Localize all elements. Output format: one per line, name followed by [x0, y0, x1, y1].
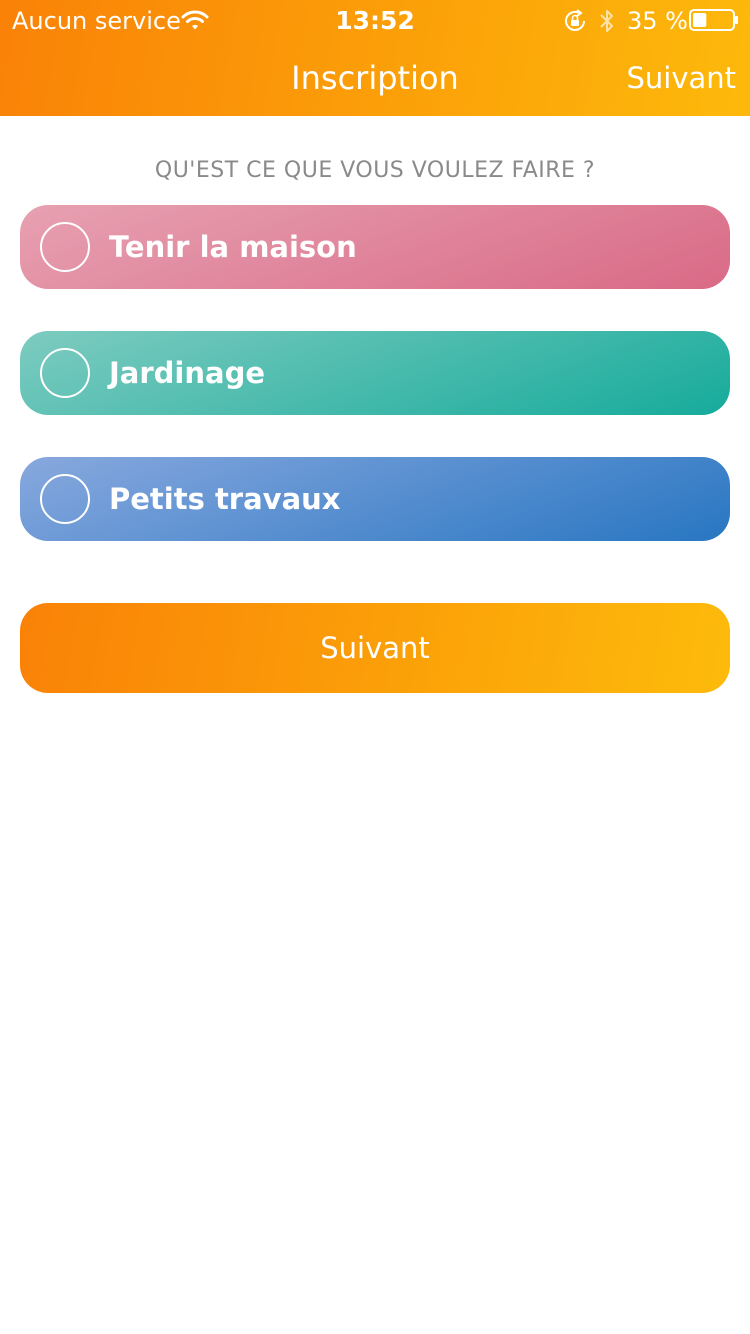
option-label: Tenir la maison [109, 230, 357, 264]
radio-circle-icon[interactable] [40, 222, 90, 272]
header: Aucun service 13:52 35 % Inscription Sui… [0, 0, 750, 116]
orientation-lock-icon [565, 9, 585, 31]
bluetooth-icon [600, 10, 613, 32]
radio-circle-icon[interactable] [40, 474, 90, 524]
option-petits-travaux[interactable]: Petits travaux [20, 457, 730, 541]
battery-percent: 35 % [627, 7, 688, 35]
radio-circle-icon[interactable] [40, 348, 90, 398]
option-label: Jardinage [109, 356, 266, 390]
nav-next-button[interactable]: Suivant [626, 58, 736, 98]
status-bar: Aucun service 13:52 35 % [0, 0, 750, 40]
battery-icon [689, 9, 738, 31]
question-heading: QU'EST CE QUE VOUS VOULEZ FAIRE ? [154, 158, 596, 183]
option-tenir-la-maison[interactable]: Tenir la maison [20, 205, 730, 289]
option-label: Petits travaux [109, 482, 341, 516]
option-jardinage[interactable]: Jardinage [20, 331, 730, 415]
next-button[interactable]: Suivant [20, 603, 730, 693]
